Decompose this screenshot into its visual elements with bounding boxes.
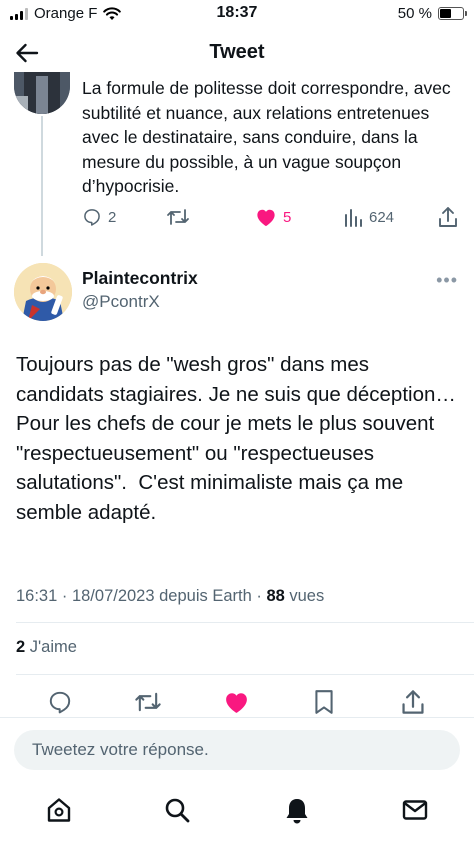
share-icon	[439, 207, 457, 227]
parent-like-button[interactable]: 5	[255, 207, 291, 227]
divider	[16, 622, 474, 623]
status-right: 50 %	[397, 5, 467, 22]
author-avatar-image	[14, 263, 72, 321]
nav-messages[interactable]	[397, 792, 433, 828]
parent-views-count: 624	[369, 208, 395, 226]
author-name[interactable]: Plaintecontrix	[82, 268, 198, 289]
parent-views-button[interactable]: 624	[343, 207, 394, 227]
parent-tweet-text: La formule de politesse doit correspondr…	[82, 78, 451, 196]
thread-connector-line	[41, 116, 43, 256]
tweet-text: Toujours pas de "wesh gros" dans mes can…	[16, 353, 456, 524]
likes-count: 2	[16, 638, 26, 656]
retweet-icon	[167, 209, 189, 225]
reply-icon	[84, 209, 100, 226]
reply-input[interactable]	[14, 730, 460, 770]
parent-reply-count: 2	[108, 208, 117, 226]
status-bar: Orange F 18:37 50 %	[0, 0, 474, 28]
parent-retweet-button[interactable]	[166, 207, 190, 227]
views-chart-icon	[345, 209, 362, 227]
page-title: Tweet	[209, 41, 265, 63]
likes-label: J'aime	[25, 638, 77, 656]
parent-reply-button[interactable]: 2	[82, 207, 116, 227]
parent-share-button[interactable]	[438, 206, 458, 228]
messages-mail-icon	[402, 800, 428, 820]
retweet-icon	[135, 692, 161, 712]
author-avatar[interactable]	[14, 263, 72, 321]
tweet-timestamp[interactable]: 16:31 · 18/07/2023 depuis Earth ·	[16, 587, 266, 605]
parent-like-count: 5	[283, 208, 292, 226]
battery-icon	[438, 7, 467, 20]
nav-home[interactable]	[41, 792, 77, 828]
likes-summary[interactable]: 2 J'aime	[16, 638, 77, 657]
tweet-meta: 16:31 · 18/07/2023 depuis Earth · 88 vue…	[16, 587, 324, 606]
nav-notifications[interactable]	[279, 792, 315, 828]
like-button[interactable]	[220, 686, 252, 718]
retweet-button[interactable]	[132, 686, 164, 718]
search-icon	[165, 798, 190, 823]
reply-composer	[0, 717, 474, 779]
parent-avatar-image	[14, 72, 70, 114]
bookmark-button[interactable]	[308, 686, 340, 718]
share-button[interactable]	[397, 686, 429, 718]
reply-icon	[49, 691, 71, 714]
bottom-navigation	[0, 780, 474, 842]
author-handle[interactable]: @PcontrX	[82, 292, 160, 312]
tweet-actions	[0, 686, 474, 718]
parent-avatar[interactable]	[14, 72, 70, 114]
home-icon	[47, 798, 71, 822]
share-icon	[402, 690, 424, 714]
more-options-button[interactable]: •••	[436, 270, 458, 291]
divider	[16, 674, 474, 675]
tweet-views-count: 88	[266, 587, 285, 605]
bookmark-icon	[315, 690, 333, 714]
notifications-bell-icon	[286, 799, 308, 824]
heart-filled-icon	[225, 693, 247, 713]
nav-search[interactable]	[159, 792, 195, 828]
battery-percentage: 50 %	[397, 5, 432, 22]
reply-button[interactable]	[44, 686, 76, 718]
top-header: Tweet	[0, 30, 474, 76]
tweet-views-label: vues	[284, 587, 325, 605]
heart-filled-icon	[257, 209, 275, 227]
